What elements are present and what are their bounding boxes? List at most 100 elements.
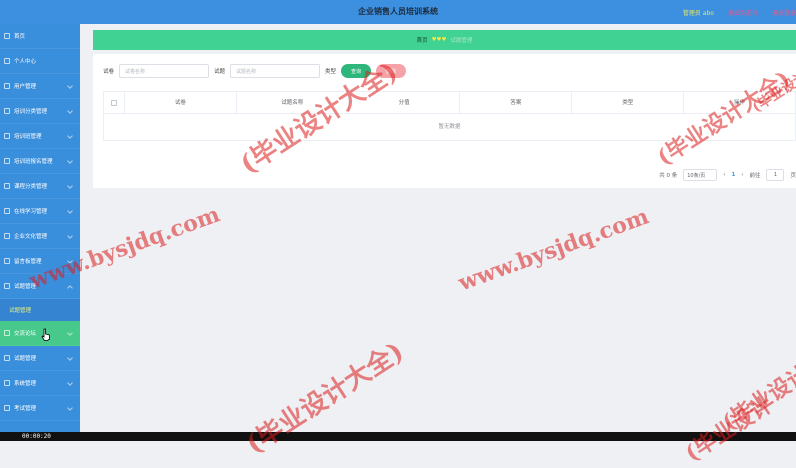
column-header-question[interactable]: 试题名称 (235, 91, 348, 114)
chevron-down-icon (67, 233, 73, 239)
video-bar: 00:00:20 (0, 432, 796, 441)
sidebar-item-label: 考试管理 (14, 406, 37, 412)
exam-icon (4, 405, 10, 411)
chevron-down-icon (67, 108, 73, 114)
sidebar-item-label: 首页 (14, 34, 26, 40)
column-header-type[interactable]: 类型 (571, 91, 683, 114)
signup-icon (4, 158, 10, 164)
paper-name-input[interactable]: 试卷名称 (119, 64, 210, 78)
goto-page-input[interactable]: 1 (766, 169, 785, 181)
sidebar-item-forum[interactable]: 交流论坛 (0, 321, 80, 346)
select-all-checkbox[interactable] (111, 99, 117, 106)
sidebar-item-label: 系统管理 (14, 381, 37, 387)
breadcrumb-current: ♥♥♥ (431, 37, 447, 43)
culture-icon (4, 233, 10, 239)
data-table: 试卷 试题名称 分值 答案 类型 操作 暂无数据 (103, 91, 796, 141)
search-button[interactable]: 查询 (341, 64, 372, 78)
sidebar-item-label: 试题管理 (14, 356, 37, 362)
chevron-down-icon (67, 133, 73, 139)
logout-link[interactable]: 退出登录 (772, 8, 796, 17)
page-number[interactable]: 1 (731, 172, 735, 178)
main-content: 首页 ♥♥♥ 试题管理 试卷 试卷名称 试题 试题名称 类型 查询 删除 试卷 … (80, 24, 796, 441)
sidebar-item-online-learning[interactable]: 在线学习管理 (0, 199, 80, 224)
back-to-front-link[interactable]: 退出到前台 (728, 8, 758, 17)
category-icon (4, 108, 10, 114)
filter-label-question: 试题 (214, 69, 226, 75)
sidebar-item-label: 课程分类管理 (14, 184, 48, 190)
sidebar-item-culture[interactable]: 企业文化管理 (0, 224, 80, 249)
filter-label-paper: 试卷 (103, 69, 115, 75)
sidebar-item-label: 在线学习管理 (14, 209, 48, 215)
sidebar: 首页 个人中心 用户管理 培训分类管理 培训班管理 培训班报名管理 课程分类管理… (0, 24, 80, 441)
filter-bar: 试卷 试卷名称 试题 试题名称 类型 查询 删除 (103, 64, 407, 78)
sidebar-item-label: 个人中心 (14, 59, 37, 65)
sidebar-item-users[interactable]: 用户管理 (0, 74, 80, 99)
sidebar-item-label: 企业文化管理 (14, 234, 48, 240)
chevron-down-icon (67, 208, 73, 214)
sidebar-item-question-bank[interactable]: 试题管理 (0, 274, 80, 299)
chevron-down-icon (67, 83, 73, 89)
column-header-actions: 操作 (683, 91, 795, 114)
chart-icon (4, 258, 10, 264)
book-icon (4, 208, 10, 214)
column-header-score[interactable]: 分值 (347, 91, 460, 114)
chevron-down-icon (67, 405, 73, 411)
sidebar-item-system[interactable]: 系统管理 (0, 371, 80, 396)
sidebar-item-label: 培训班管理 (14, 134, 42, 140)
grid-icon (4, 183, 10, 189)
flag-icon (4, 133, 10, 139)
users-icon (4, 83, 10, 89)
delete-button[interactable]: 删除 (376, 64, 407, 78)
sidebar-item-class-signup[interactable]: 培训班报名管理 (0, 149, 80, 174)
app-title: 企业销售人员培训系统 (358, 7, 438, 16)
sidebar-item-training-class[interactable]: 培训班管理 (0, 124, 80, 149)
home-icon (4, 33, 10, 39)
prev-page-button[interactable]: ‹ (723, 172, 725, 178)
select-all-cell (104, 99, 124, 106)
goto-label: 前往 (749, 173, 761, 179)
pagination: 共 0 条 10条/页 ‹ 1 › 前往 1 页 (659, 169, 796, 181)
chevron-down-icon (67, 158, 73, 164)
chevron-down-icon (67, 380, 73, 386)
filter-label-type: 类型 (325, 69, 337, 75)
video-timestamp: 00:00:20 (22, 433, 51, 440)
sidebar-item-label: 培训班报名管理 (14, 159, 53, 165)
chevron-up-icon (67, 285, 73, 291)
page-size-select[interactable]: 10条/页 (683, 169, 718, 181)
top-bar: 企业销售人员培训系统 管理员 abo 退出到前台 退出登录 (0, 0, 796, 24)
gear-icon (4, 380, 10, 386)
question-name-input[interactable]: 试题名称 (230, 64, 321, 78)
chevron-down-icon (67, 183, 73, 189)
column-header-paper[interactable]: 试卷 (124, 91, 236, 114)
next-page-button[interactable]: › (741, 172, 743, 178)
user-icon (4, 58, 10, 64)
sidebar-item-questions[interactable]: 试题管理 (0, 346, 80, 371)
sidebar-item-label: 试题管理 (14, 284, 37, 290)
admin-label: 管理员 abo (682, 10, 714, 17)
sidebar-item-profile[interactable]: 个人中心 (0, 49, 80, 74)
breadcrumb-sub: 试题管理 (450, 38, 473, 44)
column-header-answer[interactable]: 答案 (459, 91, 571, 114)
chevron-down-icon (67, 355, 73, 361)
sidebar-item-training-category[interactable]: 培训分类管理 (0, 99, 80, 124)
list-icon (4, 355, 10, 361)
chevron-down-icon (67, 330, 73, 336)
breadcrumb: 首页 ♥♥♥ 试题管理 (93, 30, 796, 50)
chevron-down-icon (67, 258, 73, 264)
total-count: 共 0 条 (659, 173, 678, 179)
hand-cursor-icon (41, 328, 50, 341)
sidebar-item-label: 用户管理 (14, 84, 37, 90)
sidebar-item-label: 交流论坛 (14, 331, 37, 337)
sidebar-item-course-category[interactable]: 课程分类管理 (0, 174, 80, 199)
sidebar-item-message-board[interactable]: 留言板管理 (0, 249, 80, 274)
submenu-item-question-manage[interactable]: 试题管理 (0, 299, 80, 321)
breadcrumb-home[interactable]: 首页 (417, 36, 428, 44)
sidebar-item-home[interactable]: 首页 (0, 24, 80, 49)
question-icon (4, 283, 10, 289)
page-unit: 页 (790, 173, 796, 179)
table-header: 试卷 试题名称 分值 答案 类型 操作 (104, 91, 795, 114)
top-right-actions: 管理员 abo 退出到前台 退出登录 (683, 8, 796, 17)
sidebar-item-label: 留言板管理 (14, 259, 42, 265)
sidebar-item-label: 培训分类管理 (14, 109, 48, 115)
sidebar-item-exam[interactable]: 考试管理 (0, 396, 80, 421)
